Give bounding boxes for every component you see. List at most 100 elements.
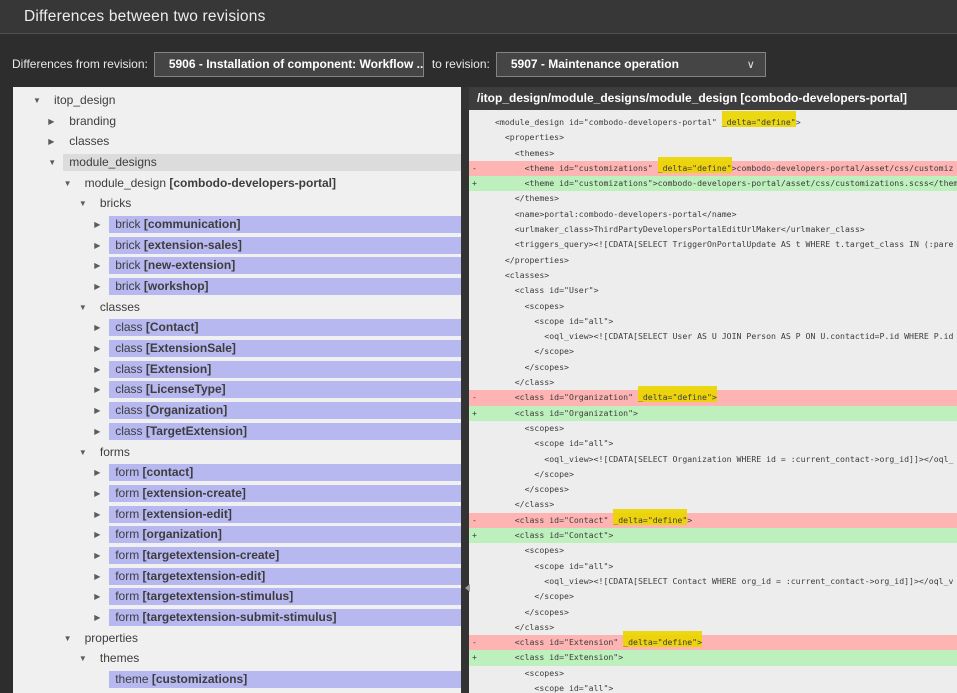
diff-line-text: <classes> [495,270,549,280]
expand-arrow-icon[interactable]: ▶ [48,137,63,146]
expand-arrow-icon[interactable]: ▶ [94,592,109,601]
diff-line-text: <class id="Extension"> [495,652,623,662]
tree-item-form-targetextension-create[interactable]: ▶form [targetextension-create] [13,545,461,566]
expand-arrow-icon[interactable]: ▶ [94,323,109,332]
removed-sign: - [472,161,477,176]
expand-arrow-icon[interactable]: ▶ [94,530,109,539]
tree-item-label: form [targetextension-edit] [109,568,461,585]
tree-item-form-extension-create[interactable]: ▶form [extension-create] [13,483,461,504]
tree-item-brick-new-extension[interactable]: ▶brick [new-extension] [13,256,461,277]
tree-item-module-designs[interactable]: ▼module_designs [13,152,461,173]
tree-item-form-targetextension-edit[interactable]: ▶form [targetextension-edit] [13,566,461,587]
tree-item-forms[interactable]: ▼forms [13,442,461,463]
expand-arrow-icon[interactable]: ▶ [94,613,109,622]
collapse-arrow-icon[interactable]: ▼ [79,303,94,312]
tree-item-class-targetextension[interactable]: ▶class [TargetExtension] [13,421,461,442]
delta-marker-highlight: _delta="define" [658,163,732,173]
from-revision-select[interactable]: 5906 - Installation of component: Workfl… [154,52,424,77]
tree-item-form-targetextension-submit-stimulus[interactable]: ▶form [targetextension-submit-stimulus] [13,607,461,628]
expand-arrow-icon[interactable]: ▶ [94,241,109,250]
to-revision-value: 5907 - Maintenance operation [511,57,679,71]
tree-item-label: class [Contact] [109,319,461,336]
collapse-arrow-icon[interactable]: ▼ [48,158,63,167]
diff-line-text: <class id="Organization" _delta="define"… [495,392,717,402]
tree-item-form-targetextension-stimulus[interactable]: ▶form [targetextension-stimulus] [13,587,461,608]
added-sign: + [472,176,477,191]
diff-line: </class> [469,620,957,635]
tree-item-form-extension-edit[interactable]: ▶form [extension-edit] [13,504,461,525]
tree-item-class-contact[interactable]: ▶class [Contact] [13,318,461,339]
diff-line-removed: - <theme id="customizations" _delta="def… [469,161,957,176]
expand-arrow-icon[interactable]: ▶ [94,365,109,374]
expand-arrow-icon[interactable]: ▶ [94,468,109,477]
removed-sign: - [472,390,477,405]
diff-line-removed: - <class id="Extension" _delta="define"> [469,635,957,650]
expand-arrow-icon[interactable]: ▶ [94,489,109,498]
diff-line: <classes> [469,268,957,283]
tree-item-itop-design[interactable]: ▼itop_design [13,90,461,111]
tree-item-classes[interactable]: ▼classes [13,297,461,318]
tree-item-label: module_design [combodo-developers-portal… [79,175,461,192]
diff-line-text: <scopes> [495,423,564,433]
tree-item-label: module_designs [63,154,461,171]
tree-item-class-licensetype[interactable]: ▶class [LicenseType] [13,380,461,401]
tree-item-branding[interactable]: ▶branding [13,111,461,132]
tree-item-label: brick [workshop] [109,278,461,295]
diff-line-text: <scope id="all"> [495,683,613,693]
tree-item-properties[interactable]: ▼properties [13,628,461,649]
diff-line-text: <scope id="all"> [495,316,613,326]
expand-arrow-icon[interactable]: ▶ [94,510,109,519]
diff-line-text: <module_design id="combodo-developers-po… [495,117,801,127]
tree-item-label: properties [79,630,461,647]
tree-item-module-design-combodo-developers-portal[interactable]: ▼module_design [combodo-developers-porta… [13,173,461,194]
tree-item-class-organization[interactable]: ▶class [Organization] [13,400,461,421]
diff-line: </scope> [469,589,957,604]
collapse-arrow-icon[interactable]: ▼ [64,634,79,643]
delta-marker-highlight: _delta="define"> [638,392,717,402]
diff-line: </class> [469,497,957,512]
tree-item-form-organization[interactable]: ▶form [organization] [13,524,461,545]
collapse-arrow-icon[interactable]: ▼ [79,654,94,663]
expand-arrow-icon[interactable]: ▶ [94,572,109,581]
tree-item-brick-workshop[interactable]: ▶brick [workshop] [13,276,461,297]
tree-item-themes[interactable]: ▼themes [13,649,461,670]
tree-item-form-contact[interactable]: ▶form [contact] [13,462,461,483]
to-revision-select[interactable]: 5907 - Maintenance operation ∨ [496,52,766,77]
tree-item-label: form [contact] [109,464,461,481]
diff-line-text: <class id="Contact"> [495,530,613,540]
diff-line: <oql_view><![CDATA[SELECT User AS U JOIN… [469,329,957,344]
diff-line-text: <class id="User"> [495,285,599,295]
tree-item-label: class [Extension] [109,361,461,378]
diff-line-text: <themes> [495,148,554,158]
diff-line: <oql_view><![CDATA[SELECT Organization W… [469,452,957,467]
collapse-arrow-icon[interactable]: ▼ [64,179,79,188]
expand-arrow-icon[interactable]: ▶ [48,117,63,126]
diff-line: </scopes> [469,360,957,375]
diff-line: <scopes> [469,299,957,314]
collapse-arrow-icon[interactable]: ▼ [79,199,94,208]
panel-splitter[interactable] [461,87,469,693]
tree-item-classes[interactable]: ▶classes [13,131,461,152]
tree-item-brick-extension-sales[interactable]: ▶brick [extension-sales] [13,235,461,256]
expand-arrow-icon[interactable]: ▶ [94,220,109,229]
diff-line-text: <triggers_query><![CDATA[SELECT TriggerO… [495,239,953,249]
diff-line: <scopes> [469,421,957,436]
collapse-arrow-icon[interactable]: ▼ [79,448,94,457]
tree-item-class-extension[interactable]: ▶class [Extension] [13,359,461,380]
collapse-arrow-icon[interactable]: ▼ [33,96,48,105]
expand-arrow-icon[interactable]: ▶ [94,551,109,560]
expand-arrow-icon[interactable]: ▶ [94,282,109,291]
expand-arrow-icon[interactable]: ▶ [94,427,109,436]
expand-arrow-icon[interactable]: ▶ [94,344,109,353]
expand-arrow-icon[interactable]: ▶ [94,261,109,270]
tree-item-theme-customizations[interactable]: theme [customizations] [13,669,461,690]
expand-arrow-icon[interactable]: ▶ [94,406,109,415]
diff-line: <triggers_query><![CDATA[SELECT TriggerO… [469,237,957,252]
tree-item-label: class [ExtensionSale] [109,340,461,357]
tree-item-brick-communication[interactable]: ▶brick [communication] [13,214,461,235]
tree-item-bricks[interactable]: ▼bricks [13,193,461,214]
tree-item-class-extensionsale[interactable]: ▶class [ExtensionSale] [13,338,461,359]
tree-item-label: class [Organization] [109,402,461,419]
expand-arrow-icon[interactable]: ▶ [94,385,109,394]
diff-line: </themes> [469,191,957,206]
